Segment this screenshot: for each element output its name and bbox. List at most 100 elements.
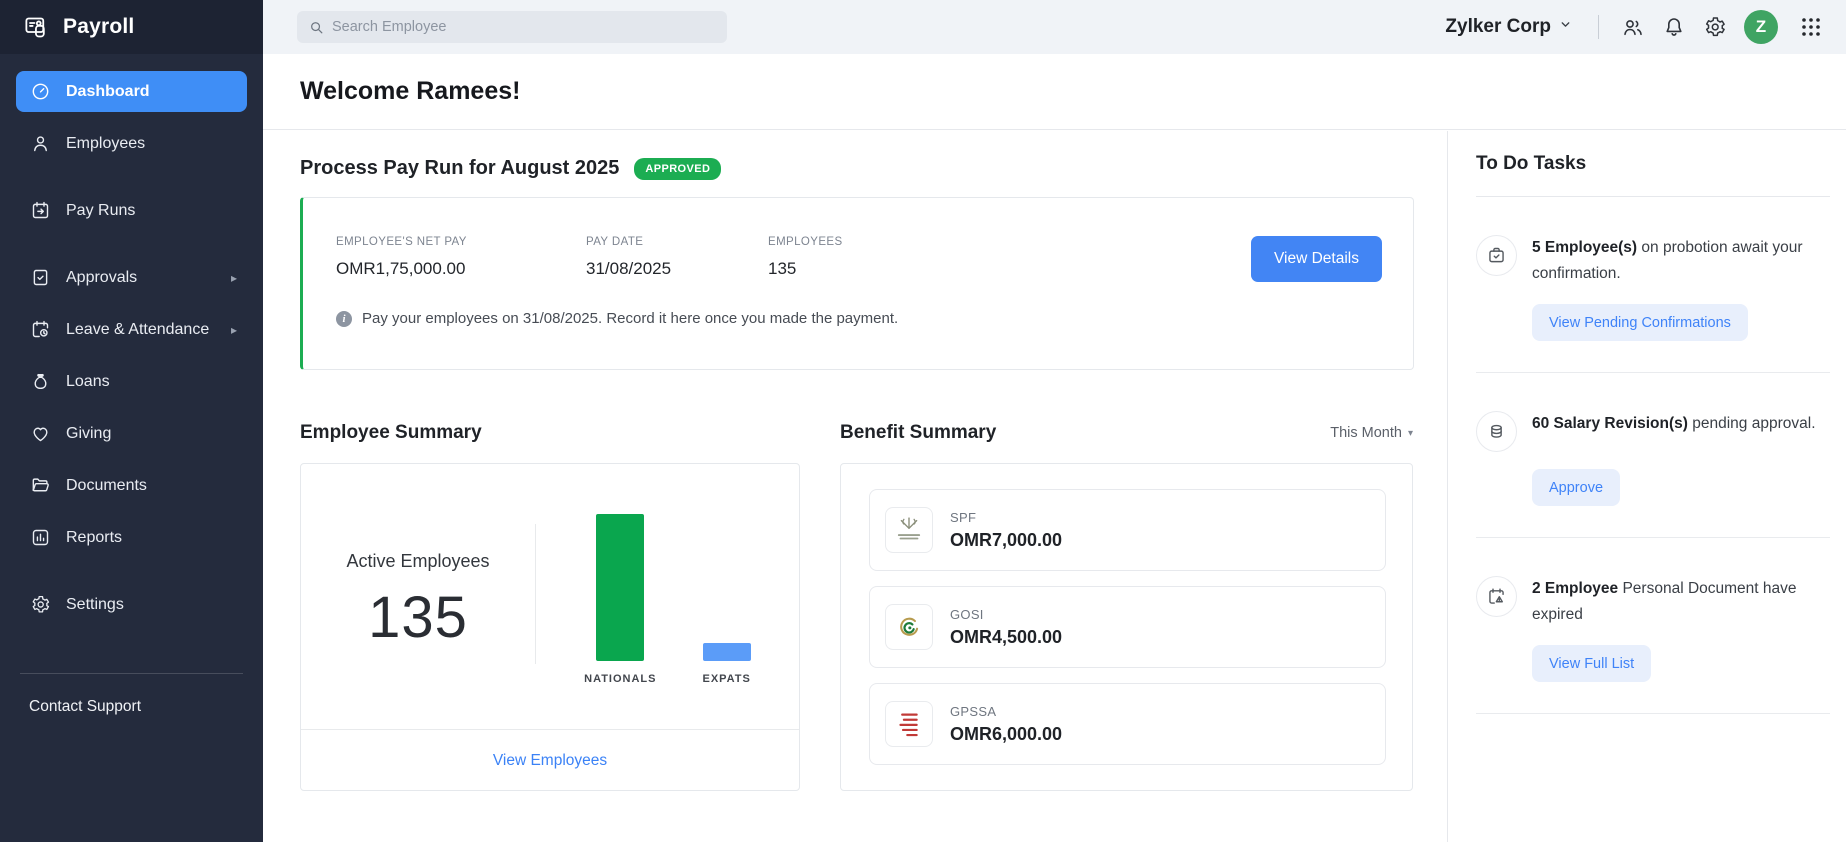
reports-icon xyxy=(30,527,51,548)
sidebar: Payroll Dashboard Employees Pay Runs xyxy=(0,0,263,842)
benefit-row-text: GOSI OMR4,500.00 xyxy=(950,607,1062,648)
briefcase-check-icon xyxy=(1476,235,1517,276)
documents-icon xyxy=(30,475,51,496)
search-icon xyxy=(309,20,324,35)
nationals-bar xyxy=(596,514,644,661)
field-value: 31/08/2025 xyxy=(586,259,768,279)
employee-summary-card: Active Employees 135 NATIONALS xyxy=(300,463,800,791)
chevron-down-icon[interactable] xyxy=(1559,18,1572,36)
active-employees-block: Active Employees 135 xyxy=(301,464,535,729)
payrun-info-row: i Pay your employees on 31/08/2025. Reco… xyxy=(303,310,1413,327)
sidebar-item-documents[interactable]: Documents xyxy=(16,465,247,506)
employee-summary-head: Employee Summary xyxy=(300,420,800,446)
topbar-right: Zylker Corp xyxy=(1445,10,1846,44)
todo-panel: To Do Tasks 5 Employee(s) on probotion a… xyxy=(1447,131,1846,842)
expats-bar xyxy=(703,643,751,661)
search-box[interactable] xyxy=(297,11,727,43)
benefit-row-spf[interactable]: SPF OMR7,000.00 xyxy=(869,489,1386,571)
period-filter-value: This Month xyxy=(1330,425,1402,441)
approve-button[interactable]: Approve xyxy=(1532,469,1620,506)
employee-summary-body: Active Employees 135 NATIONALS xyxy=(301,464,799,729)
benefit-amount: OMR6,000.00 xyxy=(950,724,1062,745)
main-content: Process Pay Run for August 2025 APPROVED… xyxy=(263,131,1447,842)
sidebar-item-reports[interactable]: Reports xyxy=(16,517,247,558)
users-icon[interactable] xyxy=(1621,15,1645,39)
net-pay-field: EMPLOYEE'S NET PAY OMR1,75,000.00 xyxy=(336,236,586,279)
view-details-button[interactable]: View Details xyxy=(1251,236,1382,282)
leave-attendance-icon xyxy=(30,319,51,340)
spf-logo xyxy=(885,507,933,553)
coins-icon xyxy=(1476,411,1517,452)
sidebar-item-label: Approvals xyxy=(66,269,137,287)
task-text: 60 Salary Revision(s) pending approval. xyxy=(1532,411,1830,452)
task-divider xyxy=(1476,713,1830,714)
loans-icon xyxy=(30,371,51,392)
payrun-card: EMPLOYEE'S NET PAY OMR1,75,000.00 PAY DA… xyxy=(300,197,1414,370)
gosi-logo xyxy=(885,604,933,650)
sidebar-divider xyxy=(20,673,243,674)
submenu-chevron-icon: ▸ xyxy=(231,323,237,337)
payroll-dashboard: Payroll Dashboard Employees Pay Runs xyxy=(0,0,1846,842)
topbar: Zylker Corp xyxy=(263,0,1846,54)
benefit-row-gpssa[interactable]: GPSSA OMR6,000.00 xyxy=(869,683,1386,765)
period-filter-dropdown[interactable]: This Month ▾ xyxy=(1330,425,1413,441)
sidebar-item-employees[interactable]: Employees xyxy=(16,123,247,164)
expats-label: EXPATS xyxy=(702,673,750,685)
calendar-alert-icon xyxy=(1476,576,1517,617)
field-value: OMR1,75,000.00 xyxy=(336,259,586,279)
submenu-chevron-icon: ▸ xyxy=(231,271,237,285)
gpssa-logo xyxy=(885,701,933,747)
payrun-fields: EMPLOYEE'S NET PAY OMR1,75,000.00 PAY DA… xyxy=(303,198,1413,279)
gear-icon[interactable] xyxy=(1703,15,1727,39)
benefit-name: SPF xyxy=(950,510,1062,525)
view-pending-confirmations-button[interactable]: View Pending Confirmations xyxy=(1532,304,1748,341)
search-input[interactable] xyxy=(332,19,715,35)
dashboard-icon xyxy=(30,81,51,102)
payrun-section-head: Process Pay Run for August 2025 APPROVED xyxy=(300,157,1414,180)
task-text: 2 Employee Personal Document have expire… xyxy=(1532,576,1830,628)
sidebar-item-giving[interactable]: Giving xyxy=(16,413,247,454)
sidebar-item-label: Giving xyxy=(66,425,111,443)
org-switcher[interactable]: Zylker Corp xyxy=(1445,16,1551,38)
approvals-icon xyxy=(30,267,51,288)
sidebar-item-loans[interactable]: Loans xyxy=(16,361,247,402)
sidebar-item-settings[interactable]: Settings xyxy=(16,584,247,625)
employee-bar-chart: NATIONALS EXPATS xyxy=(536,464,799,729)
benefit-row-text: SPF OMR7,000.00 xyxy=(950,510,1062,551)
employee-summary-footer: View Employees xyxy=(301,729,799,791)
pay-runs-icon xyxy=(30,200,51,221)
view-employees-link[interactable]: View Employees xyxy=(493,752,607,770)
welcome-row: Welcome Ramees! xyxy=(263,54,1846,130)
task-count: 60 Salary Revision(s) xyxy=(1532,415,1688,432)
task-divider xyxy=(1476,372,1830,373)
benefit-summary-card: SPF OMR7,000.00 xyxy=(840,463,1413,791)
employee-summary-title: Employee Summary xyxy=(300,422,482,444)
nationals-bar-column: NATIONALS xyxy=(584,514,656,685)
sidebar-item-label: Reports xyxy=(66,529,122,547)
view-full-list-button[interactable]: View Full List xyxy=(1532,645,1651,682)
todo-task-probation: 5 Employee(s) on probotion await your co… xyxy=(1476,235,1830,287)
task-text: 5 Employee(s) on probotion await your co… xyxy=(1532,235,1830,287)
sidebar-item-pay-runs[interactable]: Pay Runs xyxy=(16,190,247,231)
sidebar-item-leave-attendance[interactable]: Leave & Attendance ▸ xyxy=(16,309,247,350)
bell-icon[interactable] xyxy=(1662,15,1686,39)
avatar[interactable]: Z xyxy=(1744,10,1778,44)
sidebar-item-label: Leave & Attendance xyxy=(66,321,209,339)
field-label: EMPLOYEE'S NET PAY xyxy=(336,236,586,248)
benefit-row-gosi[interactable]: GOSI OMR4,500.00 xyxy=(869,586,1386,668)
contact-support-link[interactable]: Contact Support xyxy=(29,698,263,716)
field-label: PAY DATE xyxy=(586,236,768,248)
page-title: Welcome Ramees! xyxy=(300,77,520,106)
task-count: 2 Employee xyxy=(1532,580,1618,597)
apps-grid-icon[interactable] xyxy=(1799,15,1823,39)
info-icon: i xyxy=(336,311,352,327)
field-value: 135 xyxy=(768,259,843,279)
benefit-name: GOSI xyxy=(950,607,1062,622)
payrun-title: Process Pay Run for August 2025 xyxy=(300,157,619,180)
benefit-summary-head: Benefit Summary This Month ▾ xyxy=(840,420,1413,446)
sidebar-item-approvals[interactable]: Approvals ▸ xyxy=(16,257,247,298)
sidebar-item-label: Employees xyxy=(66,135,145,153)
status-badge: APPROVED xyxy=(634,158,721,180)
active-employees-count: 135 xyxy=(368,584,468,651)
sidebar-item-dashboard[interactable]: Dashboard xyxy=(16,71,247,112)
